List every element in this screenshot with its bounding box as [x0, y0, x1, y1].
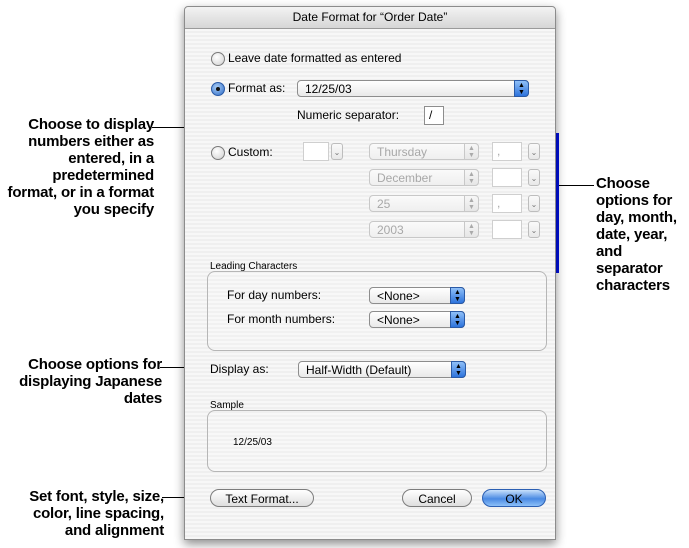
- callout-set-font: Set font, style, size, color, line spaci…: [29, 488, 164, 539]
- popup-arrows-icon: ▲ ▼: [450, 311, 465, 328]
- custom-label: Custom:: [228, 145, 273, 159]
- cancel-button[interactable]: Cancel: [402, 489, 472, 507]
- custom-year-value: 2003: [377, 223, 404, 237]
- popup-arrows-icon: ▲ ▼: [464, 195, 479, 212]
- date-format-dialog: Date Format for “Order Date” Leave date …: [184, 6, 556, 540]
- custom-year-separator[interactable]: [492, 220, 522, 239]
- custom-weekday-popup[interactable]: Thursday ▲ ▼: [369, 143, 479, 160]
- format-as-label: Format as:: [228, 81, 286, 95]
- custom-date-popup[interactable]: 25 ▲ ▼: [369, 195, 479, 212]
- custom-prefix-dropdown-icon[interactable]: ⌄: [331, 143, 343, 160]
- callout-japanese: Choose options for displaying Japanese d…: [19, 356, 162, 407]
- custom-prefix-field[interactable]: [303, 142, 329, 161]
- numeric-separator-label: Numeric separator:: [297, 108, 400, 122]
- month-numbers-popup[interactable]: <None> ▲ ▼: [369, 311, 465, 328]
- callout-options-for: Choose options for day, month, date, yea…: [596, 175, 677, 294]
- day-numbers-popup[interactable]: <None> ▲ ▼: [369, 287, 465, 304]
- format-as-radio[interactable]: [211, 82, 225, 96]
- display-as-value: Half-Width (Default): [306, 363, 412, 377]
- custom-weekday-sep-dropdown-icon[interactable]: ⌄: [528, 143, 540, 160]
- format-as-value: 12/25/03: [305, 82, 352, 96]
- sample-value: 12/25/03: [233, 437, 272, 448]
- custom-date-value: 25: [377, 197, 391, 211]
- custom-year-popup[interactable]: 2003 ▲ ▼: [369, 221, 479, 238]
- popup-arrows-icon: ▲ ▼: [451, 361, 466, 378]
- popup-arrows-icon: ▲ ▼: [514, 80, 529, 97]
- month-numbers-value: <None>: [377, 313, 420, 327]
- numeric-separator-field[interactable]: /: [424, 106, 444, 125]
- popup-arrows-icon: ▲ ▼: [450, 287, 465, 304]
- popup-arrows-icon: ▲ ▼: [464, 221, 479, 238]
- leave-as-entered-radio[interactable]: [211, 52, 225, 66]
- custom-date-separator[interactable]: ,: [492, 194, 522, 213]
- display-as-label: Display as:: [210, 362, 269, 376]
- day-numbers-value: <None>: [377, 289, 420, 303]
- callout-line-options-for: [558, 185, 594, 186]
- custom-weekday-value: Thursday: [377, 145, 428, 159]
- custom-date-sep-dropdown-icon[interactable]: ⌄: [528, 195, 540, 212]
- month-numbers-label: For month numbers:: [227, 312, 336, 326]
- custom-month-popup[interactable]: December ▲ ▼: [369, 169, 479, 186]
- ok-button[interactable]: OK: [482, 489, 546, 507]
- format-as-popup[interactable]: 12/25/03 ▲ ▼: [297, 80, 529, 97]
- custom-month-sep-dropdown-icon[interactable]: ⌄: [528, 169, 540, 186]
- day-numbers-label: For day numbers:: [227, 288, 322, 302]
- popup-arrows-icon: ▲ ▼: [464, 143, 479, 160]
- callout-display-numbers: Choose to display numbers either as ente…: [7, 116, 155, 218]
- custom-month-value: December: [377, 171, 433, 185]
- custom-month-separator[interactable]: [492, 168, 522, 187]
- leave-as-entered-label: Leave date formatted as entered: [228, 51, 402, 65]
- dialog-title: Date Format for “Order Date”: [185, 7, 555, 29]
- custom-radio[interactable]: [211, 146, 225, 160]
- custom-weekday-separator[interactable]: ,: [492, 142, 522, 161]
- popup-arrows-icon: ▲ ▼: [464, 169, 479, 186]
- text-format-button[interactable]: Text Format...: [210, 489, 314, 507]
- custom-year-sep-dropdown-icon[interactable]: ⌄: [528, 221, 540, 238]
- display-as-popup[interactable]: Half-Width (Default) ▲ ▼: [298, 361, 466, 378]
